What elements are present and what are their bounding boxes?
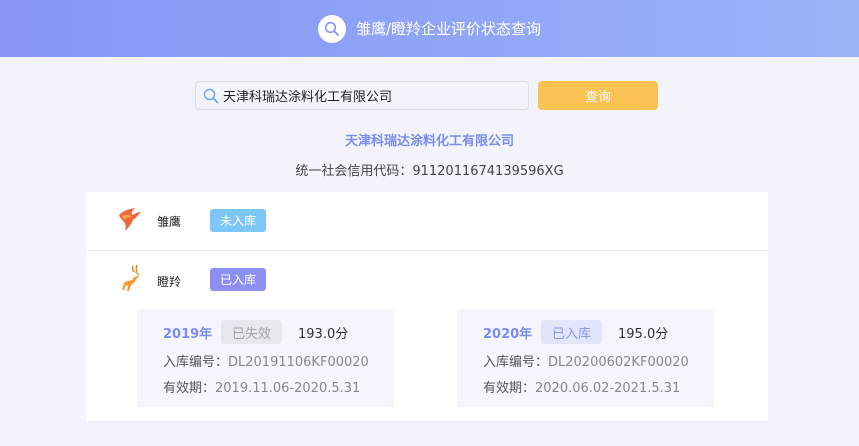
- record-number-label: 入库编号：: [163, 355, 229, 370]
- eagle-icon: [116, 206, 142, 236]
- company-name: 天津科瑞达涂料化工有限公司: [344, 134, 514, 149]
- status-badge-eagle: 未入库: [210, 209, 267, 232]
- record-validity-label: 有效期：: [483, 381, 536, 396]
- category-label-eagle: 雏鹰: [157, 215, 182, 229]
- record-year: 2020年: [483, 327, 533, 342]
- search-icon: [203, 88, 219, 104]
- record-number-label: 入库编号：: [483, 355, 549, 370]
- credit-code-value: 9112011674139596XG: [412, 164, 564, 179]
- search-icon: [317, 14, 346, 43]
- record-number-line: 入库编号：DL20191106KF00020: [163, 351, 369, 370]
- credit-code-line: 统一社会信用代码：9112011674139596XG: [0, 160, 859, 179]
- gazelle-icon: [119, 264, 143, 296]
- page-title: 雏鹰/瞪羚企业评价状态查询: [355, 20, 542, 38]
- record-validity-label: 有效期：: [163, 381, 216, 396]
- search-bar: 查询: [195, 81, 665, 110]
- page-header: 雏鹰/瞪羚企业评价状态查询: [0, 0, 859, 57]
- record-status-badge: 已入库: [541, 320, 603, 344]
- record-year: 2019年: [163, 327, 213, 342]
- search-box[interactable]: [195, 81, 529, 110]
- query-button[interactable]: 查询: [538, 81, 658, 110]
- category-label-gazelle: 瞪羚: [157, 275, 182, 289]
- record-score: 195.0分: [618, 327, 669, 342]
- search-input[interactable]: [223, 88, 513, 103]
- record-score: 193.0分: [298, 327, 349, 342]
- credit-code-label: 统一社会信用代码：: [295, 164, 413, 179]
- record-card-2019: 2019年 已失效 193.0分 入库编号：DL20191106KF00020 …: [137, 309, 394, 407]
- record-card-2020: 2020年 已入库 195.0分 入库编号：DL20200602KF00020 …: [457, 309, 714, 407]
- category-row-eagle: 雏鹰 未入库: [86, 192, 768, 251]
- record-validity: 2020.06.02-2021.5.31: [535, 381, 681, 396]
- result-panel: 雏鹰 未入库 瞪羚 已入库 2019年 已失效 193.0分 入库编号：DL20…: [86, 192, 768, 421]
- record-validity-line: 有效期：2019.11.06-2020.5.31: [163, 377, 360, 396]
- record-number: DL20200602KF00020: [548, 355, 689, 370]
- status-badge-gazelle: 已入库: [210, 268, 267, 291]
- record-number: DL20191106KF00020: [228, 355, 369, 370]
- record-validity: 2019.11.06-2020.5.31: [215, 381, 361, 396]
- record-status-badge: 已失效: [221, 320, 283, 344]
- record-validity-line: 有效期：2020.06.02-2021.5.31: [483, 377, 680, 396]
- record-number-line: 入库编号：DL20200602KF00020: [483, 351, 689, 370]
